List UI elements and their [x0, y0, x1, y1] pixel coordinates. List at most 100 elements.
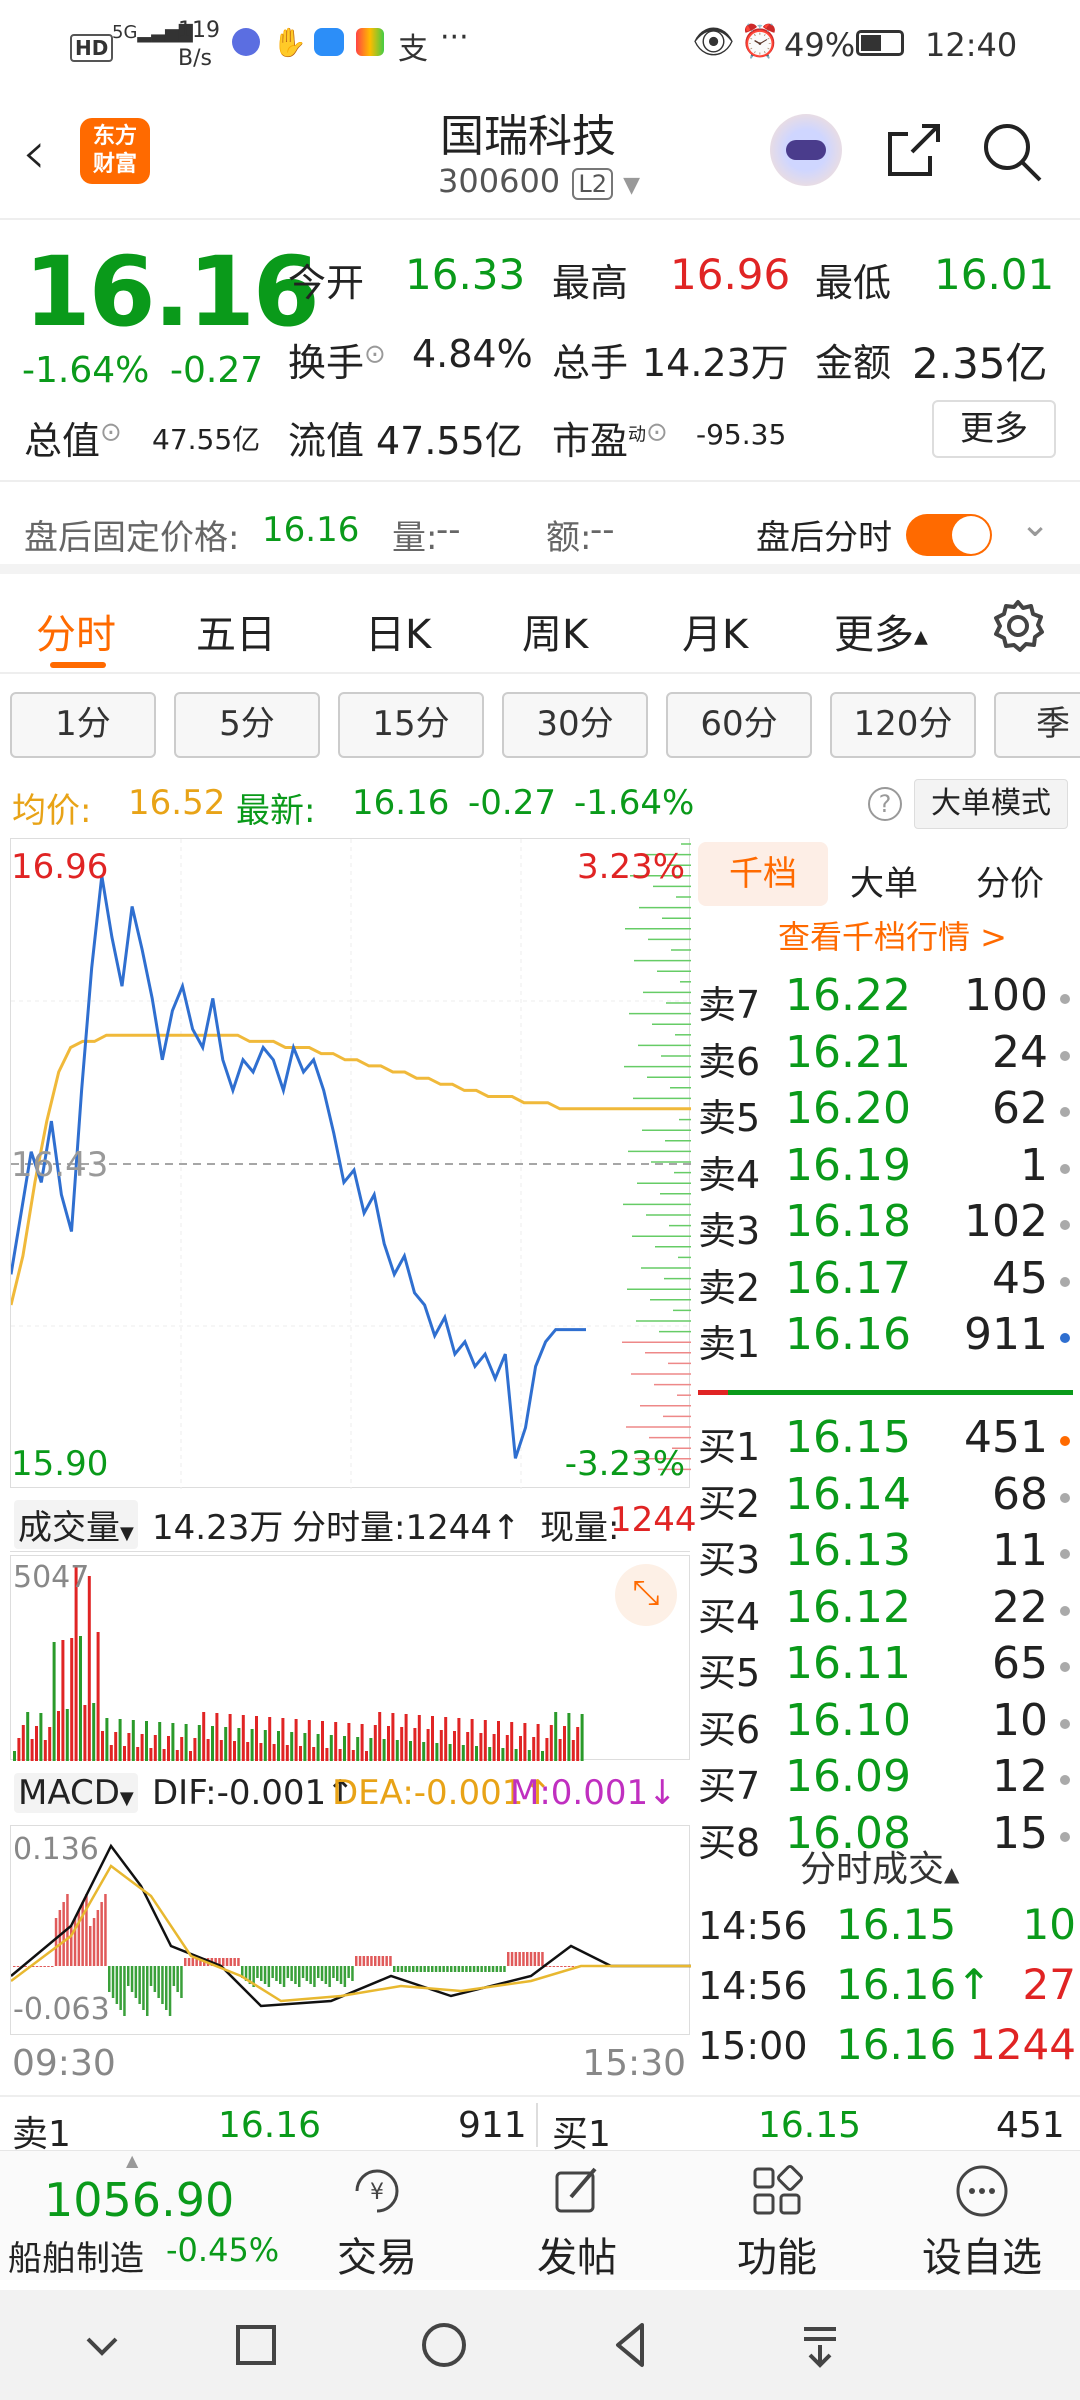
level-volume: 1	[1020, 1139, 1048, 1191]
trade-button[interactable]: ¥ 交易	[322, 2161, 432, 2281]
orderbook-tab-price[interactable]: 分价	[976, 856, 1044, 905]
bid-row[interactable]: 买6 16.10 10	[690, 1695, 1080, 1752]
interval-60m[interactable]: 60分	[666, 692, 812, 758]
volume-bar	[136, 1747, 140, 1761]
recent-apps-icon[interactable]	[226, 2315, 286, 2375]
big-order-mode-button[interactable]: 大单模式	[914, 779, 1068, 829]
more-button[interactable]: 更多	[932, 400, 1056, 458]
app-logo[interactable]: 东方 财富	[80, 118, 150, 184]
search-icon[interactable]	[980, 120, 1044, 184]
macd-bar	[294, 1966, 297, 1984]
gear-icon[interactable]	[990, 598, 1046, 654]
level-dot-icon	[1060, 1276, 1070, 1287]
interval-5m[interactable]: 5分	[174, 692, 320, 758]
time-end: 15:30	[582, 2043, 686, 2084]
orderbook-view-link[interactable]: 查看千档行情 >	[778, 912, 1007, 958]
ask-row[interactable]: 卖5 16.20 62	[690, 1083, 1080, 1140]
level-label: 卖4	[698, 1152, 761, 1197]
tick-trades-header[interactable]: 分时成交▲	[800, 1840, 959, 1892]
orderbook-tab-full[interactable]: 千档	[698, 842, 828, 906]
macd-selector[interactable]: MACD▼	[14, 1773, 138, 1813]
add-watchlist-button[interactable]: 设自选	[902, 2161, 1062, 2281]
after-hours-bar: 盘后固定价格: 16.16 量: -- 额: -- 盘后分时 ⌄	[0, 480, 1080, 574]
spread-divider	[698, 1390, 1073, 1395]
amount-value: 2.35亿	[912, 339, 1048, 388]
share-icon[interactable]	[882, 120, 944, 182]
level-price: 16.11	[785, 1638, 911, 1689]
volume-chart[interactable]: 5047 ⤡	[10, 1555, 690, 1761]
help-icon[interactable]: ?	[868, 787, 902, 821]
info-icon[interactable]: ⊙	[646, 417, 668, 447]
volume-bar	[202, 1712, 206, 1761]
interval-quarter[interactable]: 季	[994, 692, 1080, 758]
expand-icon[interactable]: ⤡	[615, 1564, 677, 1626]
post-button[interactable]: 发帖	[522, 2161, 632, 2281]
bid-row[interactable]: 买4 16.12 22	[690, 1582, 1080, 1639]
interval-30m[interactable]: 30分	[502, 692, 648, 758]
stock-code-row[interactable]: 300600 L2 ▼	[438, 162, 640, 200]
after-price-value: 16.16	[262, 510, 360, 550]
back-nav-icon[interactable]	[602, 2315, 662, 2375]
tab-monthly-k[interactable]: 月K	[682, 602, 748, 660]
ask-row[interactable]: 卖7 16.22 100	[690, 970, 1080, 1027]
macd-bar	[491, 1966, 495, 1972]
macd-bar	[263, 1966, 267, 1984]
level-dot-icon	[1060, 1163, 1070, 1174]
ask-row[interactable]: 卖6 16.21 24	[690, 1027, 1080, 1084]
intraday-chart[interactable]: 16.96 16.43 15.90 3.23% -3.23%	[10, 838, 691, 1489]
tab-intraday[interactable]: 分时	[36, 602, 116, 660]
low-label: 最低	[815, 261, 892, 305]
volume-bar	[101, 1731, 104, 1761]
macd-bar	[514, 1952, 518, 1966]
tab-five-day[interactable]: 五日	[196, 602, 276, 660]
volume-bar	[219, 1740, 223, 1761]
period-tabs: 分时 五日 日K 周K 月K 更多▲	[0, 574, 1080, 674]
collapse-icon[interactable]	[72, 2315, 132, 2375]
macd-bar	[320, 1966, 324, 1981]
macd-bar	[396, 1966, 400, 1972]
volume-bar	[246, 1742, 250, 1761]
bid-row[interactable]: 买7 16.09 12	[690, 1751, 1080, 1808]
macd-bar	[176, 1966, 179, 1992]
chevron-down-icon[interactable]: ⌄	[1020, 504, 1050, 545]
caret-up-icon: ▲	[126, 2151, 139, 2170]
bid-row[interactable]: 买1 16.15 451	[690, 1412, 1080, 1469]
bid-row[interactable]: 买3 16.13 11	[690, 1525, 1080, 1582]
macd-header: MACD▼ DIF:-0.001↑ DEA:-0.001↑ M:0.001↓	[10, 1765, 690, 1825]
tab-more[interactable]: 更多▲	[834, 602, 928, 660]
info-icon[interactable]: ⊙	[100, 417, 122, 447]
sector-index[interactable]: ▲ 1056.90 船舶制造 -0.45%	[0, 2151, 290, 2281]
orderbook-tab-big[interactable]: 大单	[850, 856, 918, 905]
volume-bar	[294, 1719, 298, 1761]
macd-bar	[165, 1966, 168, 2010]
ask-row[interactable]: 卖3 16.18 102	[690, 1196, 1080, 1253]
info-icon[interactable]: ⊙	[364, 339, 386, 369]
notification-drawer-icon[interactable]	[790, 2315, 850, 2375]
volume-bar	[65, 1709, 69, 1761]
robot-assistant-icon[interactable]	[770, 114, 842, 186]
interval-120m[interactable]: 120分	[830, 692, 976, 758]
volume-bar	[316, 1734, 320, 1761]
latest-label: 最新:	[236, 791, 316, 831]
ask-row[interactable]: 卖4 16.19 1	[690, 1139, 1080, 1197]
interval-1m[interactable]: 1分	[10, 692, 156, 758]
tick-price: 16.16	[836, 2020, 957, 2069]
macd-bar	[142, 1966, 145, 2010]
volume-bar	[483, 1720, 487, 1761]
ask-row[interactable]: 卖2 16.17 45	[690, 1253, 1080, 1310]
ask-row[interactable]: 卖1 16.16 911	[690, 1309, 1080, 1366]
interval-15m[interactable]: 15分	[338, 692, 484, 758]
macd-bar	[301, 1966, 305, 1978]
back-icon[interactable]: ‹	[22, 118, 46, 188]
after-hours-toggle[interactable]	[906, 514, 992, 556]
home-icon[interactable]	[414, 2315, 474, 2375]
macd-bar	[184, 1958, 187, 1966]
tab-daily-k[interactable]: 日K	[365, 602, 431, 660]
bid-row[interactable]: 买2 16.14 68	[690, 1469, 1080, 1526]
functions-button[interactable]: 功能	[722, 2161, 832, 2281]
macd-bar	[51, 1966, 54, 1967]
volume-selector[interactable]: 成交量▼	[14, 1500, 138, 1549]
bid-row[interactable]: 买5 16.11 65	[690, 1638, 1080, 1695]
macd-chart[interactable]: 0.136 -0.063	[10, 1825, 691, 2035]
tab-weekly-k[interactable]: 周K	[522, 602, 588, 660]
